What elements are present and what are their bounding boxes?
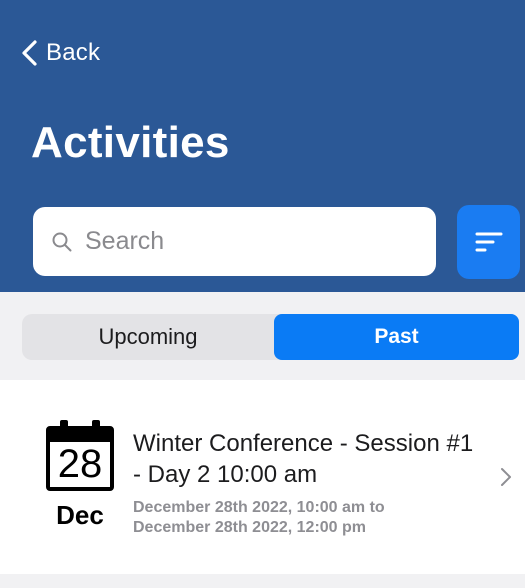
activity-date-range: December 28th 2022, 10:00 am to December… bbox=[133, 499, 385, 536]
list-separator bbox=[0, 574, 525, 588]
segmented-control: Upcoming Past bbox=[22, 314, 519, 360]
tab-past[interactable]: Past bbox=[274, 314, 519, 360]
tab-area: Upcoming Past bbox=[0, 292, 525, 380]
back-label: Back bbox=[46, 39, 101, 66]
filter-button[interactable] bbox=[457, 205, 520, 279]
chevron-left-icon bbox=[22, 40, 37, 66]
activities-screen: Back Activities Upcoming Past bbox=[0, 0, 525, 588]
activity-list-item[interactable]: 28 Dec Winter Conference - Session #1 - … bbox=[0, 380, 525, 574]
search-bar[interactable] bbox=[33, 207, 436, 276]
search-icon bbox=[52, 232, 72, 252]
tab-upcoming[interactable]: Upcoming bbox=[22, 314, 274, 360]
page-title: Activities bbox=[31, 118, 230, 167]
activity-title: Winter Conference - Session #1 - Day 2 1… bbox=[133, 430, 474, 488]
calendar-month: Dec bbox=[56, 500, 104, 530]
header-bar: Back Activities bbox=[0, 0, 525, 292]
search-input[interactable] bbox=[85, 219, 425, 263]
calendar-day: 28 bbox=[57, 442, 103, 486]
back-button[interactable]: Back bbox=[20, 36, 100, 70]
chevron-right-icon bbox=[501, 468, 511, 486]
filter-lines-icon bbox=[475, 232, 503, 252]
